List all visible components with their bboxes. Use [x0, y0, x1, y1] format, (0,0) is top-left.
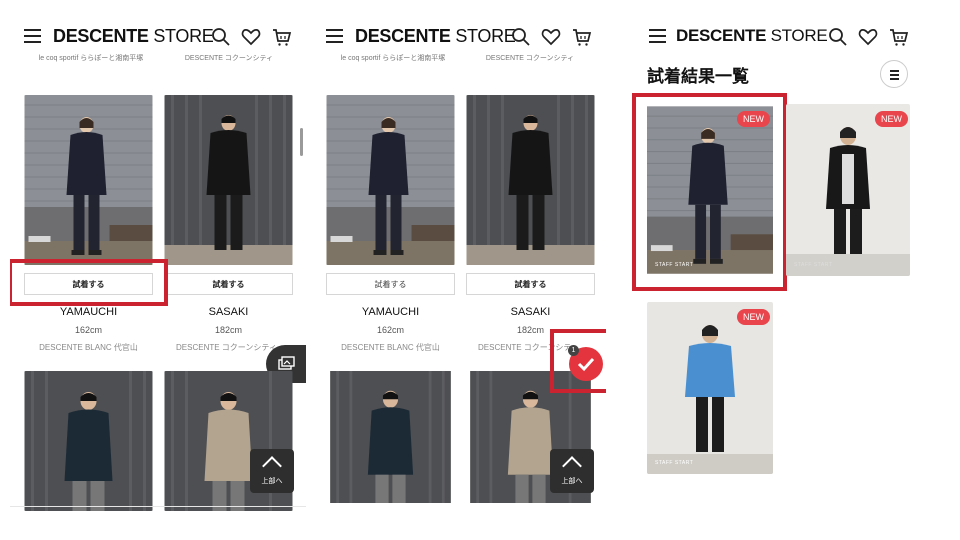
store-subtitle: le coq sportif ららぽーと湘南平塚 — [38, 55, 144, 62]
brand-name: DESCENTE — [355, 26, 451, 46]
app-header: DESCENTE STORE — [632, 22, 928, 56]
try-on-button[interactable]: 試着する — [164, 273, 293, 295]
app-header: DESCENTE STORE — [316, 22, 606, 56]
try-on-button[interactable]: 試着する — [466, 273, 595, 295]
outfit-photo[interactable] — [24, 95, 153, 265]
staff-name: YAMAUCHI — [361, 306, 420, 318]
back-to-top-label: 上部へ — [261, 478, 283, 485]
brand-name: DESCENTE — [53, 26, 149, 46]
staff-start-watermark: STAFF START — [655, 460, 694, 466]
store-subtitle: le coq sportif ららぽーと湘南平塚 — [340, 55, 446, 62]
app-header: DESCENTE STORE — [10, 22, 306, 56]
outfit-photo[interactable] — [326, 371, 455, 503]
store-subtitle: DESCENTE コクーンシティ — [184, 55, 274, 62]
chevron-up-icon — [562, 456, 582, 476]
filter-button[interactable] — [880, 60, 908, 88]
outfit-photo[interactable] — [326, 95, 455, 265]
try-on-button[interactable]: 試着する — [326, 273, 455, 295]
results-panel: DESCENTE STORE 試着結果一覧 STAFF START NEW ST… — [632, 0, 928, 540]
staff-height: 162cm — [376, 325, 404, 335]
staff-height: 182cm — [214, 325, 242, 335]
back-to-top-label: 上部へ — [561, 478, 583, 485]
store-panel-left: DESCENTE STORE le coq sportif ららぽーと湘南平塚 … — [10, 0, 306, 540]
menu-icon[interactable] — [649, 29, 666, 43]
scrollbar[interactable] — [300, 128, 303, 156]
highlight-box — [10, 259, 168, 306]
brand-suffix: STORE — [153, 26, 214, 46]
staff-name: SASAKI — [208, 306, 249, 318]
back-to-top-button[interactable]: 上部へ — [250, 449, 294, 493]
outfit-photo[interactable] — [24, 371, 153, 511]
result-photo[interactable]: STAFF START — [786, 104, 910, 276]
brand-logo[interactable]: DESCENTE STORE — [676, 26, 828, 46]
heart-icon[interactable] — [857, 26, 879, 48]
brand-name: DESCENTE — [676, 26, 767, 45]
selected-count-badge: 1 — [568, 345, 579, 356]
filter-icon — [890, 70, 899, 72]
cart-icon[interactable] — [571, 26, 593, 48]
chevron-up-icon — [262, 456, 282, 476]
back-to-top-button[interactable]: 上部へ — [550, 449, 594, 493]
new-badge: NEW — [875, 111, 908, 127]
search-icon[interactable] — [210, 26, 232, 48]
outfit-photo[interactable] — [466, 95, 595, 265]
staff-start-watermark: STAFF START — [794, 262, 833, 268]
new-badge: NEW — [737, 309, 770, 325]
staff-shop: DESCENTE BLANC 代官山 — [39, 343, 138, 352]
staff-shop: DESCENTE BLANC 代官山 — [341, 343, 440, 352]
staff-name: SASAKI — [510, 306, 551, 318]
brand-logo[interactable]: DESCENTE STORE — [355, 26, 516, 47]
heart-icon[interactable] — [240, 26, 262, 48]
divider — [10, 506, 306, 507]
highlight-box — [632, 93, 787, 291]
cart-icon[interactable] — [888, 26, 910, 48]
brand-logo[interactable]: DESCENTE STORE — [53, 26, 214, 47]
result-photo[interactable]: STAFF START — [647, 302, 773, 474]
brand-suffix: STORE — [455, 26, 516, 46]
search-icon[interactable] — [510, 26, 532, 48]
store-panel-middle: DESCENTE STORE le coq sportif ららぽーと湘南平塚 … — [316, 0, 606, 540]
menu-icon[interactable] — [326, 29, 343, 43]
heart-icon[interactable] — [540, 26, 562, 48]
cart-icon[interactable] — [271, 26, 293, 48]
brand-suffix: STORE — [770, 26, 828, 45]
staff-height: 162cm — [74, 325, 102, 335]
page-title: 試着結果一覧 — [647, 67, 749, 86]
staff-name: YAMAUCHI — [59, 306, 118, 318]
search-icon[interactable] — [827, 26, 849, 48]
outfit-photo[interactable] — [164, 95, 293, 265]
store-subtitle: DESCENTE コクーンシティ — [485, 55, 575, 62]
menu-icon[interactable] — [24, 29, 41, 43]
